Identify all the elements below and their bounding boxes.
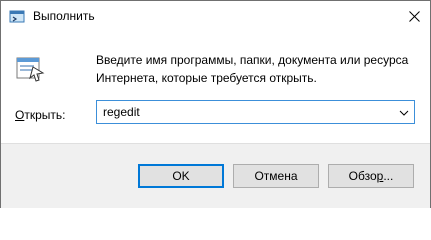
open-label-accelerator: О — [15, 108, 25, 122]
cancel-button-label: Отмена — [254, 169, 298, 183]
close-button[interactable] — [404, 6, 424, 26]
run-program-icon — [16, 57, 45, 82]
open-label-text: ткрыть: — [24, 108, 66, 122]
browse-button[interactable]: Обзо р... — [328, 164, 414, 188]
run-dialog-window: Выполнить Введите имя программы, папки, … — [0, 0, 431, 208]
chevron-down-icon[interactable] — [398, 107, 410, 119]
browse-label-accelerator: р — [376, 169, 384, 183]
browse-label-pre: Обзо — [348, 169, 377, 183]
open-label: Открыть: — [15, 108, 65, 122]
open-combobox[interactable]: regedit — [96, 100, 415, 124]
window-title: Выполнить — [33, 9, 95, 23]
dialog-description: Введите имя программы, папки, документа … — [96, 51, 416, 87]
dialog-content: Введите имя программы, папки, документа … — [1, 31, 430, 143]
browse-label-post: ... — [383, 169, 394, 183]
description-line-2: Интернета, которые требуется открыть. — [96, 71, 317, 85]
title-bar[interactable]: Выполнить — [1, 1, 430, 31]
description-line-1: Введите имя программы, папки, документа … — [96, 53, 409, 67]
cancel-button[interactable]: Отмена — [233, 164, 319, 188]
close-icon — [408, 10, 420, 22]
run-dialog-icon — [9, 10, 25, 23]
ok-button[interactable]: OK — [138, 164, 224, 188]
ok-button-label: OK — [172, 169, 190, 183]
open-input-value[interactable]: regedit — [103, 105, 140, 119]
dialog-footer: OK Отмена Обзо р... — [1, 143, 430, 208]
